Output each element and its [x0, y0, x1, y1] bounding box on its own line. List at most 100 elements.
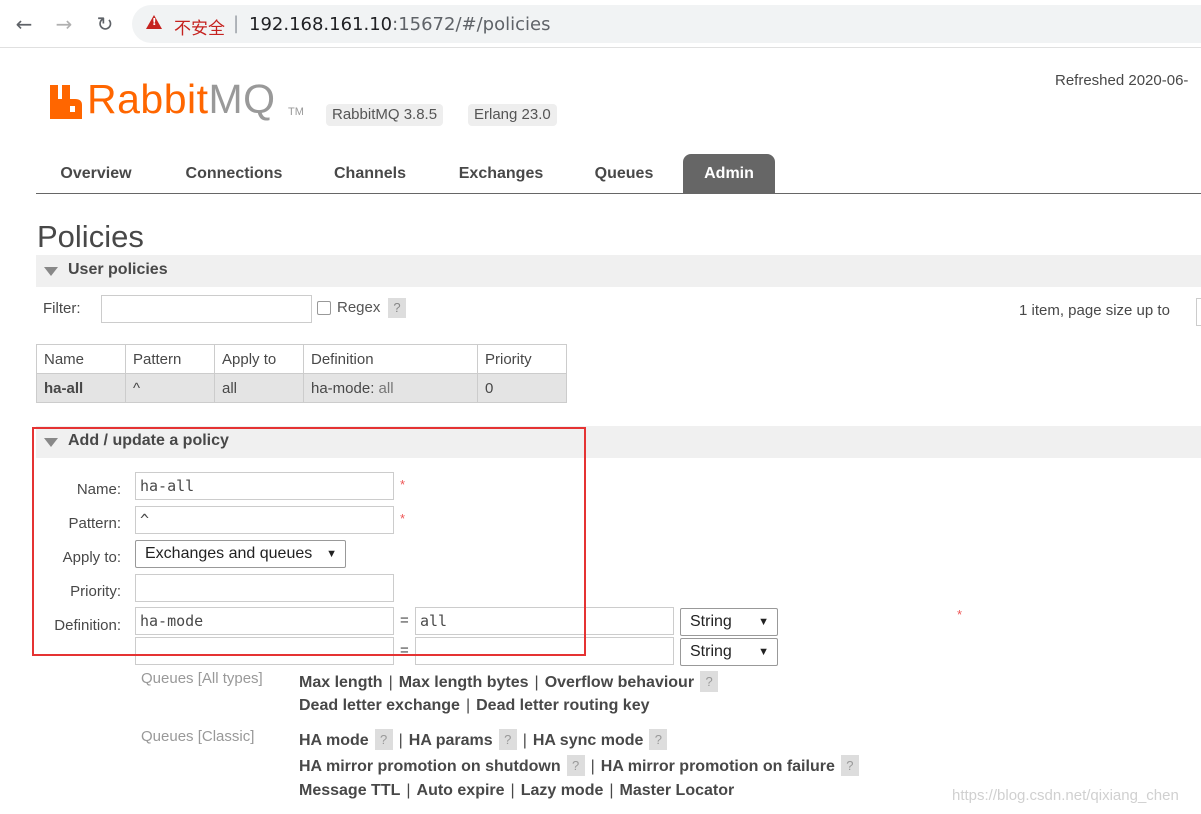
ha-params-link[interactable]: HA params	[409, 732, 493, 749]
ha-promotion-shutdown-link[interactable]: HA mirror promotion on shutdown	[299, 758, 561, 775]
table-header-row: Name Pattern Apply to Definition Priorit…	[36, 344, 567, 374]
browser-toolbar: ← → ↻ 不安全 | 192.168.161.10:15672/#/polic…	[0, 0, 1201, 48]
hint-line-all-1: Max length | Max length bytes | Overflow beh…	[299, 671, 719, 692]
user-policies-heading: User policies	[68, 261, 168, 278]
overflow-behaviour-link[interactable]: Overflow behaviour	[545, 674, 694, 691]
column-header-definition: Definition	[303, 344, 478, 374]
hint-line-classic-2: HA mirror promotion on shutdown? | HA mirr…	[299, 755, 859, 776]
tab-queues[interactable]: Queues	[582, 154, 666, 193]
forward-arrow-icon[interactable]: →	[50, 10, 78, 38]
definition-type-select[interactable]: String ▼	[680, 638, 778, 666]
apply-to-select[interactable]: Exchanges and queues ▼	[135, 540, 346, 568]
column-header-name: Name	[36, 344, 126, 374]
rabbitmq-version-badge: RabbitMQ 3.8.5	[326, 104, 444, 126]
hint-line-all-2: Dead letter exchange | Dead letter routing…	[299, 697, 650, 714]
auto-expire-link[interactable]: Auto expire	[417, 782, 505, 799]
required-marker: *	[400, 511, 406, 526]
policy-name-input[interactable]: ha-all	[135, 472, 394, 500]
refreshed-timestamp: Refreshed 2020-06-	[1055, 72, 1189, 89]
queues-classic-label: Queues [Classic]	[141, 728, 255, 745]
policy-priority-cell: 0	[477, 373, 567, 403]
queues-all-types-label: Queues [All types]	[141, 670, 263, 687]
tab-exchanges[interactable]: Exchanges	[440, 154, 562, 193]
regex-checkbox[interactable]	[317, 301, 331, 315]
back-arrow-icon[interactable]: ←	[10, 10, 38, 38]
dead-letter-exchange-link[interactable]: Dead letter exchange	[299, 697, 460, 714]
tab-channels[interactable]: Channels	[318, 154, 422, 193]
definition-value: all	[378, 379, 394, 397]
address-bar[interactable]: 不安全 | 192.168.161.10:15672/#/policies	[132, 5, 1201, 43]
filter-input[interactable]	[101, 295, 312, 323]
column-header-apply-to: Apply to	[214, 344, 304, 374]
logo-wordmark: RabbitMQ	[87, 76, 276, 122]
tab-admin[interactable]: Admin	[683, 154, 775, 193]
erlang-version-badge: Erlang 23.0	[468, 104, 557, 126]
tab-overview[interactable]: Overview	[36, 154, 156, 193]
rabbit-logo-icon	[50, 85, 82, 119]
policy-definition-cell: ha-mode: all	[303, 373, 478, 403]
ha-promotion-shutdown-help-icon[interactable]: ?	[566, 755, 585, 776]
page-size-input[interactable]	[1196, 298, 1201, 326]
definition-type-select[interactable]: String ▼	[680, 608, 778, 636]
url-text: 192.168.161.10:15672/#/policies	[249, 14, 551, 35]
regex-help-icon[interactable]: ?	[388, 298, 406, 318]
apply-to-label: Apply to:	[62, 549, 121, 566]
required-marker: *	[957, 607, 963, 622]
equals-sign: =	[400, 642, 409, 659]
ha-params-help-icon[interactable]: ?	[498, 729, 517, 750]
definition-key: ha-mode:	[311, 379, 375, 397]
policy-pattern-cell: ^	[125, 373, 215, 403]
ha-sync-help-icon[interactable]: ?	[649, 729, 668, 750]
collapse-triangle-icon	[44, 267, 58, 276]
dead-letter-routing-key-link[interactable]: Dead letter routing key	[476, 697, 649, 714]
ha-mode-help-icon[interactable]: ?	[374, 729, 393, 750]
dropdown-caret-icon: ▼	[758, 646, 769, 658]
master-locator-link[interactable]: Master Locator	[620, 782, 735, 799]
dropdown-caret-icon: ▼	[758, 616, 769, 628]
pagination-info: 1 item, page size up to	[1019, 302, 1170, 319]
filter-label: Filter:	[43, 300, 81, 317]
reload-icon[interactable]: ↻	[91, 10, 119, 38]
priority-input[interactable]	[135, 574, 394, 602]
main-nav-tabs: Overview Connections Channels Exchanges …	[36, 154, 1201, 194]
tab-connections[interactable]: Connections	[166, 154, 302, 193]
overflow-help-icon[interactable]: ?	[700, 671, 719, 692]
policies-table: Name Pattern Apply to Definition Priorit…	[36, 344, 567, 403]
pattern-input[interactable]: ^	[135, 506, 394, 534]
column-header-priority: Priority	[477, 344, 567, 374]
user-policies-toggle[interactable]: User policies	[36, 255, 1201, 287]
ha-promotion-failure-help-icon[interactable]: ?	[840, 755, 859, 776]
definition-key-input[interactable]: ha-mode	[135, 607, 394, 635]
message-ttl-link[interactable]: Message TTL	[299, 782, 400, 799]
add-policy-heading: Add / update a policy	[68, 432, 229, 449]
hint-line-classic-3: Message TTL | Auto expire | Lazy mode | Master…	[299, 782, 735, 799]
required-marker: *	[400, 477, 406, 492]
equals-sign: =	[400, 612, 409, 629]
warning-icon	[146, 15, 162, 29]
definition-value-input[interactable]	[415, 637, 674, 665]
max-length-link[interactable]: Max length	[299, 674, 383, 691]
page-title: Policies	[37, 219, 144, 254]
logo-trademark: TM	[288, 106, 304, 118]
priority-label: Priority:	[70, 583, 121, 600]
column-header-pattern: Pattern	[125, 344, 215, 374]
name-label: Name:	[76, 481, 121, 498]
ha-sync-mode-link[interactable]: HA sync mode	[533, 732, 644, 749]
policy-apply-to-cell: all	[214, 373, 304, 403]
table-row[interactable]: ha-all ^ all ha-mode: all 0	[36, 373, 567, 403]
lazy-mode-link[interactable]: Lazy mode	[521, 782, 604, 799]
watermark: https://blog.csdn.net/qixiang_chen	[952, 787, 1179, 804]
regex-label: Regex	[337, 299, 381, 316]
add-policy-toggle[interactable]: Add / update a policy	[36, 426, 1201, 458]
collapse-triangle-icon	[44, 438, 58, 447]
ha-mode-link[interactable]: HA mode	[299, 732, 369, 749]
address-separator: |	[233, 13, 240, 34]
ha-promotion-failure-link[interactable]: HA mirror promotion on failure	[601, 758, 835, 775]
definition-key-input[interactable]	[135, 637, 394, 665]
definition-label: Definition:	[54, 617, 121, 634]
max-length-bytes-link[interactable]: Max length bytes	[399, 674, 529, 691]
insecure-label: 不安全	[174, 19, 225, 39]
policy-name-cell[interactable]: ha-all	[36, 373, 126, 403]
definition-value-input[interactable]: all	[415, 607, 674, 635]
pattern-label: Pattern:	[68, 515, 121, 532]
